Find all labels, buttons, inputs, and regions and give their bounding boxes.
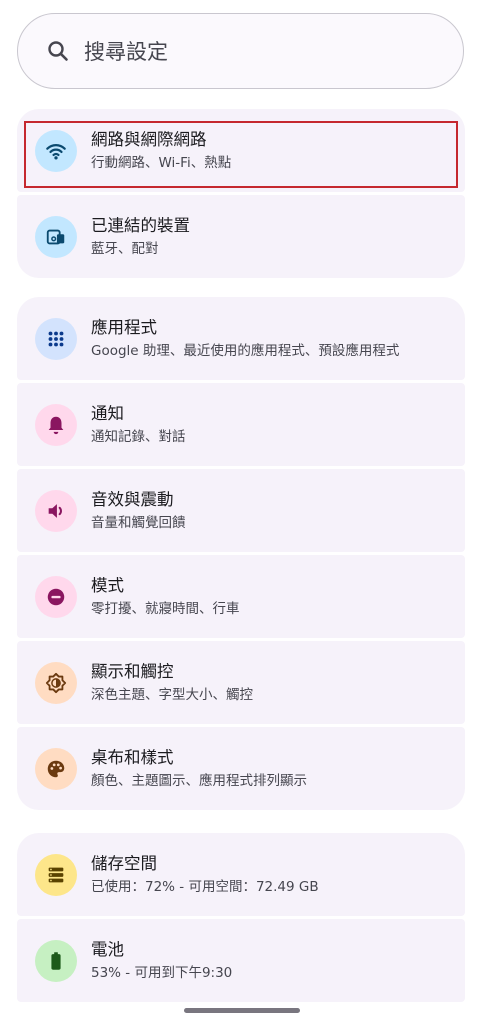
search-icon (48, 41, 68, 61)
search-bar[interactable]: 搜尋設定 (17, 13, 464, 89)
wifi-icon (35, 129, 77, 172)
settings-item-subtitle: 行動網路、Wi-Fi、熱點 (91, 154, 232, 171)
settings-item-subtitle: 已使用：72% - 可用空間：72.49 GB (91, 878, 319, 895)
settings-item-subtitle: Google 助理、最近使用的應用程式、預設應用程式 (91, 342, 400, 359)
settings-group-apps-display: 應用程式 Google 助理、最近使用的應用程式、預設應用程式 通知 通知記錄、… (17, 297, 465, 810)
settings-item-title: 電池 (91, 939, 124, 959)
brightness-icon (35, 661, 77, 704)
settings-item-subtitle: 通知記錄、對話 (91, 428, 186, 445)
settings-item-wallpaper[interactable]: 桌布和樣式 顏色、主題圖示、應用程式排列顯示 (17, 727, 465, 810)
storage-icon (35, 853, 77, 896)
do-not-disturb-icon (35, 575, 77, 618)
settings-item-title: 顯示和觸控 (91, 661, 174, 681)
settings-item-subtitle: 顏色、主題圖示、應用程式排列顯示 (91, 772, 307, 789)
settings-group-connectivity: 網路與網際網路 行動網路、Wi-Fi、熱點 已連結的裝置 藍牙、配對 (17, 109, 465, 278)
apps-grid-icon (35, 317, 77, 360)
settings-item-subtitle: 藍牙、配對 (91, 240, 159, 257)
connected-devices-icon (35, 215, 77, 258)
settings-group-device: 儲存空間 已使用：72% - 可用空間：72.49 GB 電池 53% - 可用… (17, 833, 465, 1005)
settings-item-connected-devices[interactable]: 已連結的裝置 藍牙、配對 (17, 195, 465, 278)
settings-item-subtitle: 深色主題、字型大小、觸控 (91, 686, 253, 703)
settings-item-notifications[interactable]: 通知 通知記錄、對話 (17, 383, 465, 466)
settings-item-network[interactable]: 網路與網際網路 行動網路、Wi-Fi、熱點 (17, 109, 465, 192)
settings-item-title: 儲存空間 (91, 853, 157, 873)
settings-item-title: 音效與震動 (91, 489, 174, 509)
settings-item-title: 模式 (91, 575, 124, 595)
settings-item-title: 桌布和樣式 (91, 747, 174, 767)
bell-icon (35, 403, 77, 446)
settings-item-battery[interactable]: 電池 53% - 可用到下午9:30 (17, 919, 465, 1002)
settings-item-title: 網路與網際網路 (91, 129, 207, 149)
battery-icon (35, 939, 77, 982)
settings-item-modes[interactable]: 模式 零打擾、就寢時間、行車 (17, 555, 465, 638)
settings-item-subtitle: 53% - 可用到下午9:30 (91, 964, 233, 981)
settings-item-title: 通知 (91, 403, 124, 423)
search-placeholder: 搜尋設定 (84, 40, 168, 64)
settings-item-subtitle: 音量和觸覺回饋 (91, 514, 186, 531)
settings-item-title: 已連結的裝置 (91, 215, 190, 235)
settings-item-storage[interactable]: 儲存空間 已使用：72% - 可用空間：72.49 GB (17, 833, 465, 916)
settings-item-apps[interactable]: 應用程式 Google 助理、最近使用的應用程式、預設應用程式 (17, 297, 465, 380)
volume-icon (35, 489, 77, 532)
settings-item-display[interactable]: 顯示和觸控 深色主題、字型大小、觸控 (17, 641, 465, 724)
settings-item-sound[interactable]: 音效與震動 音量和觸覺回饋 (17, 469, 465, 552)
home-indicator[interactable] (184, 1008, 300, 1013)
settings-item-title: 應用程式 (91, 317, 157, 337)
settings-item-subtitle: 零打擾、就寢時間、行車 (91, 600, 240, 617)
palette-icon (35, 747, 77, 790)
